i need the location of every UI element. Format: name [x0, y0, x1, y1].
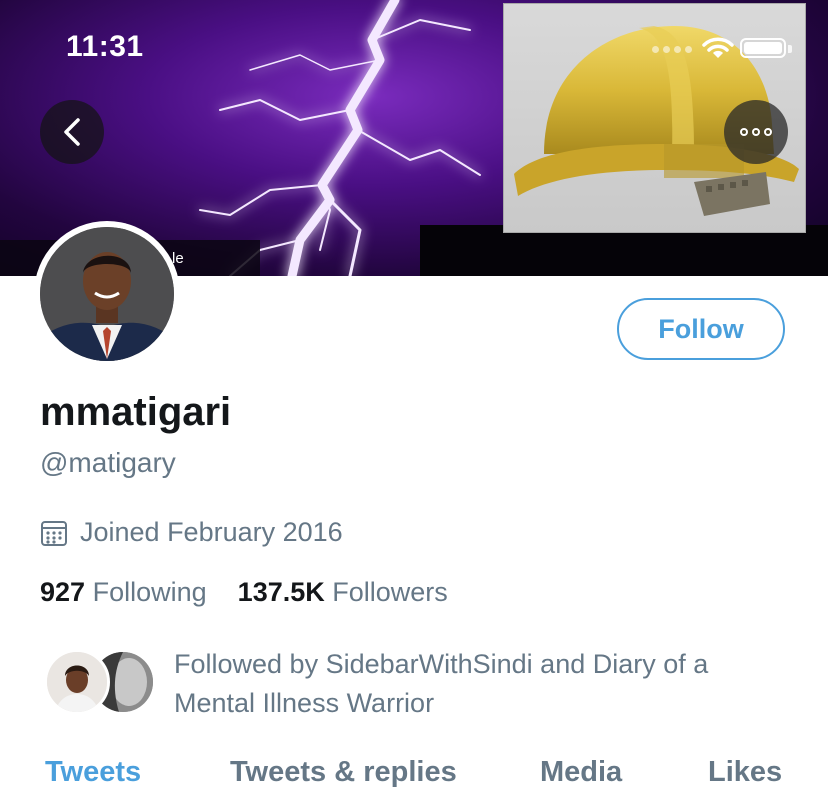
- calendar-icon: [41, 520, 67, 546]
- back-button[interactable]: [40, 100, 104, 164]
- display-name: mmatigari: [40, 390, 232, 434]
- status-time: 11:31: [66, 30, 144, 63]
- followed-by-section[interactable]: Followed by SidebarWithSindi and Diary o…: [44, 645, 804, 725]
- joined-date: Joined February 2016: [40, 517, 343, 548]
- battery-icon: [740, 38, 786, 58]
- profile-tabs: Tweets Tweets & replies Media Likes: [0, 750, 828, 800]
- signal-icon: [652, 46, 692, 53]
- wifi-icon: [702, 37, 734, 58]
- chevron-left-icon: [64, 118, 80, 146]
- avatar-photo: [40, 227, 174, 361]
- user-handle: @matigary: [40, 447, 176, 478]
- tab-tweets-replies[interactable]: Tweets & replies: [230, 756, 457, 789]
- tab-tweets[interactable]: Tweets: [45, 756, 141, 789]
- tab-likes[interactable]: Likes: [708, 756, 782, 789]
- following-link[interactable]: 927 Following: [40, 577, 207, 607]
- follow-stats: 927 Following 137.5K Followers: [40, 577, 448, 608]
- joined-label: Joined February 2016: [80, 517, 343, 547]
- follower-avatar-1: [44, 649, 110, 715]
- followers-label: Followers: [332, 577, 448, 607]
- profile-avatar[interactable]: [34, 221, 180, 367]
- followers-link[interactable]: 137.5K Followers: [238, 577, 448, 607]
- followed-by-text: Followed by SidebarWithSindi and Diary o…: [174, 649, 709, 718]
- tab-media[interactable]: Media: [540, 756, 622, 789]
- status-indicators: [650, 36, 800, 64]
- follow-button[interactable]: Follow: [617, 298, 785, 360]
- following-count: 927: [40, 577, 86, 607]
- followers-count: 137.5K: [237, 577, 325, 607]
- following-label: Following: [92, 577, 207, 607]
- more-dots-icon: [740, 128, 772, 136]
- more-options-button[interactable]: [724, 100, 788, 164]
